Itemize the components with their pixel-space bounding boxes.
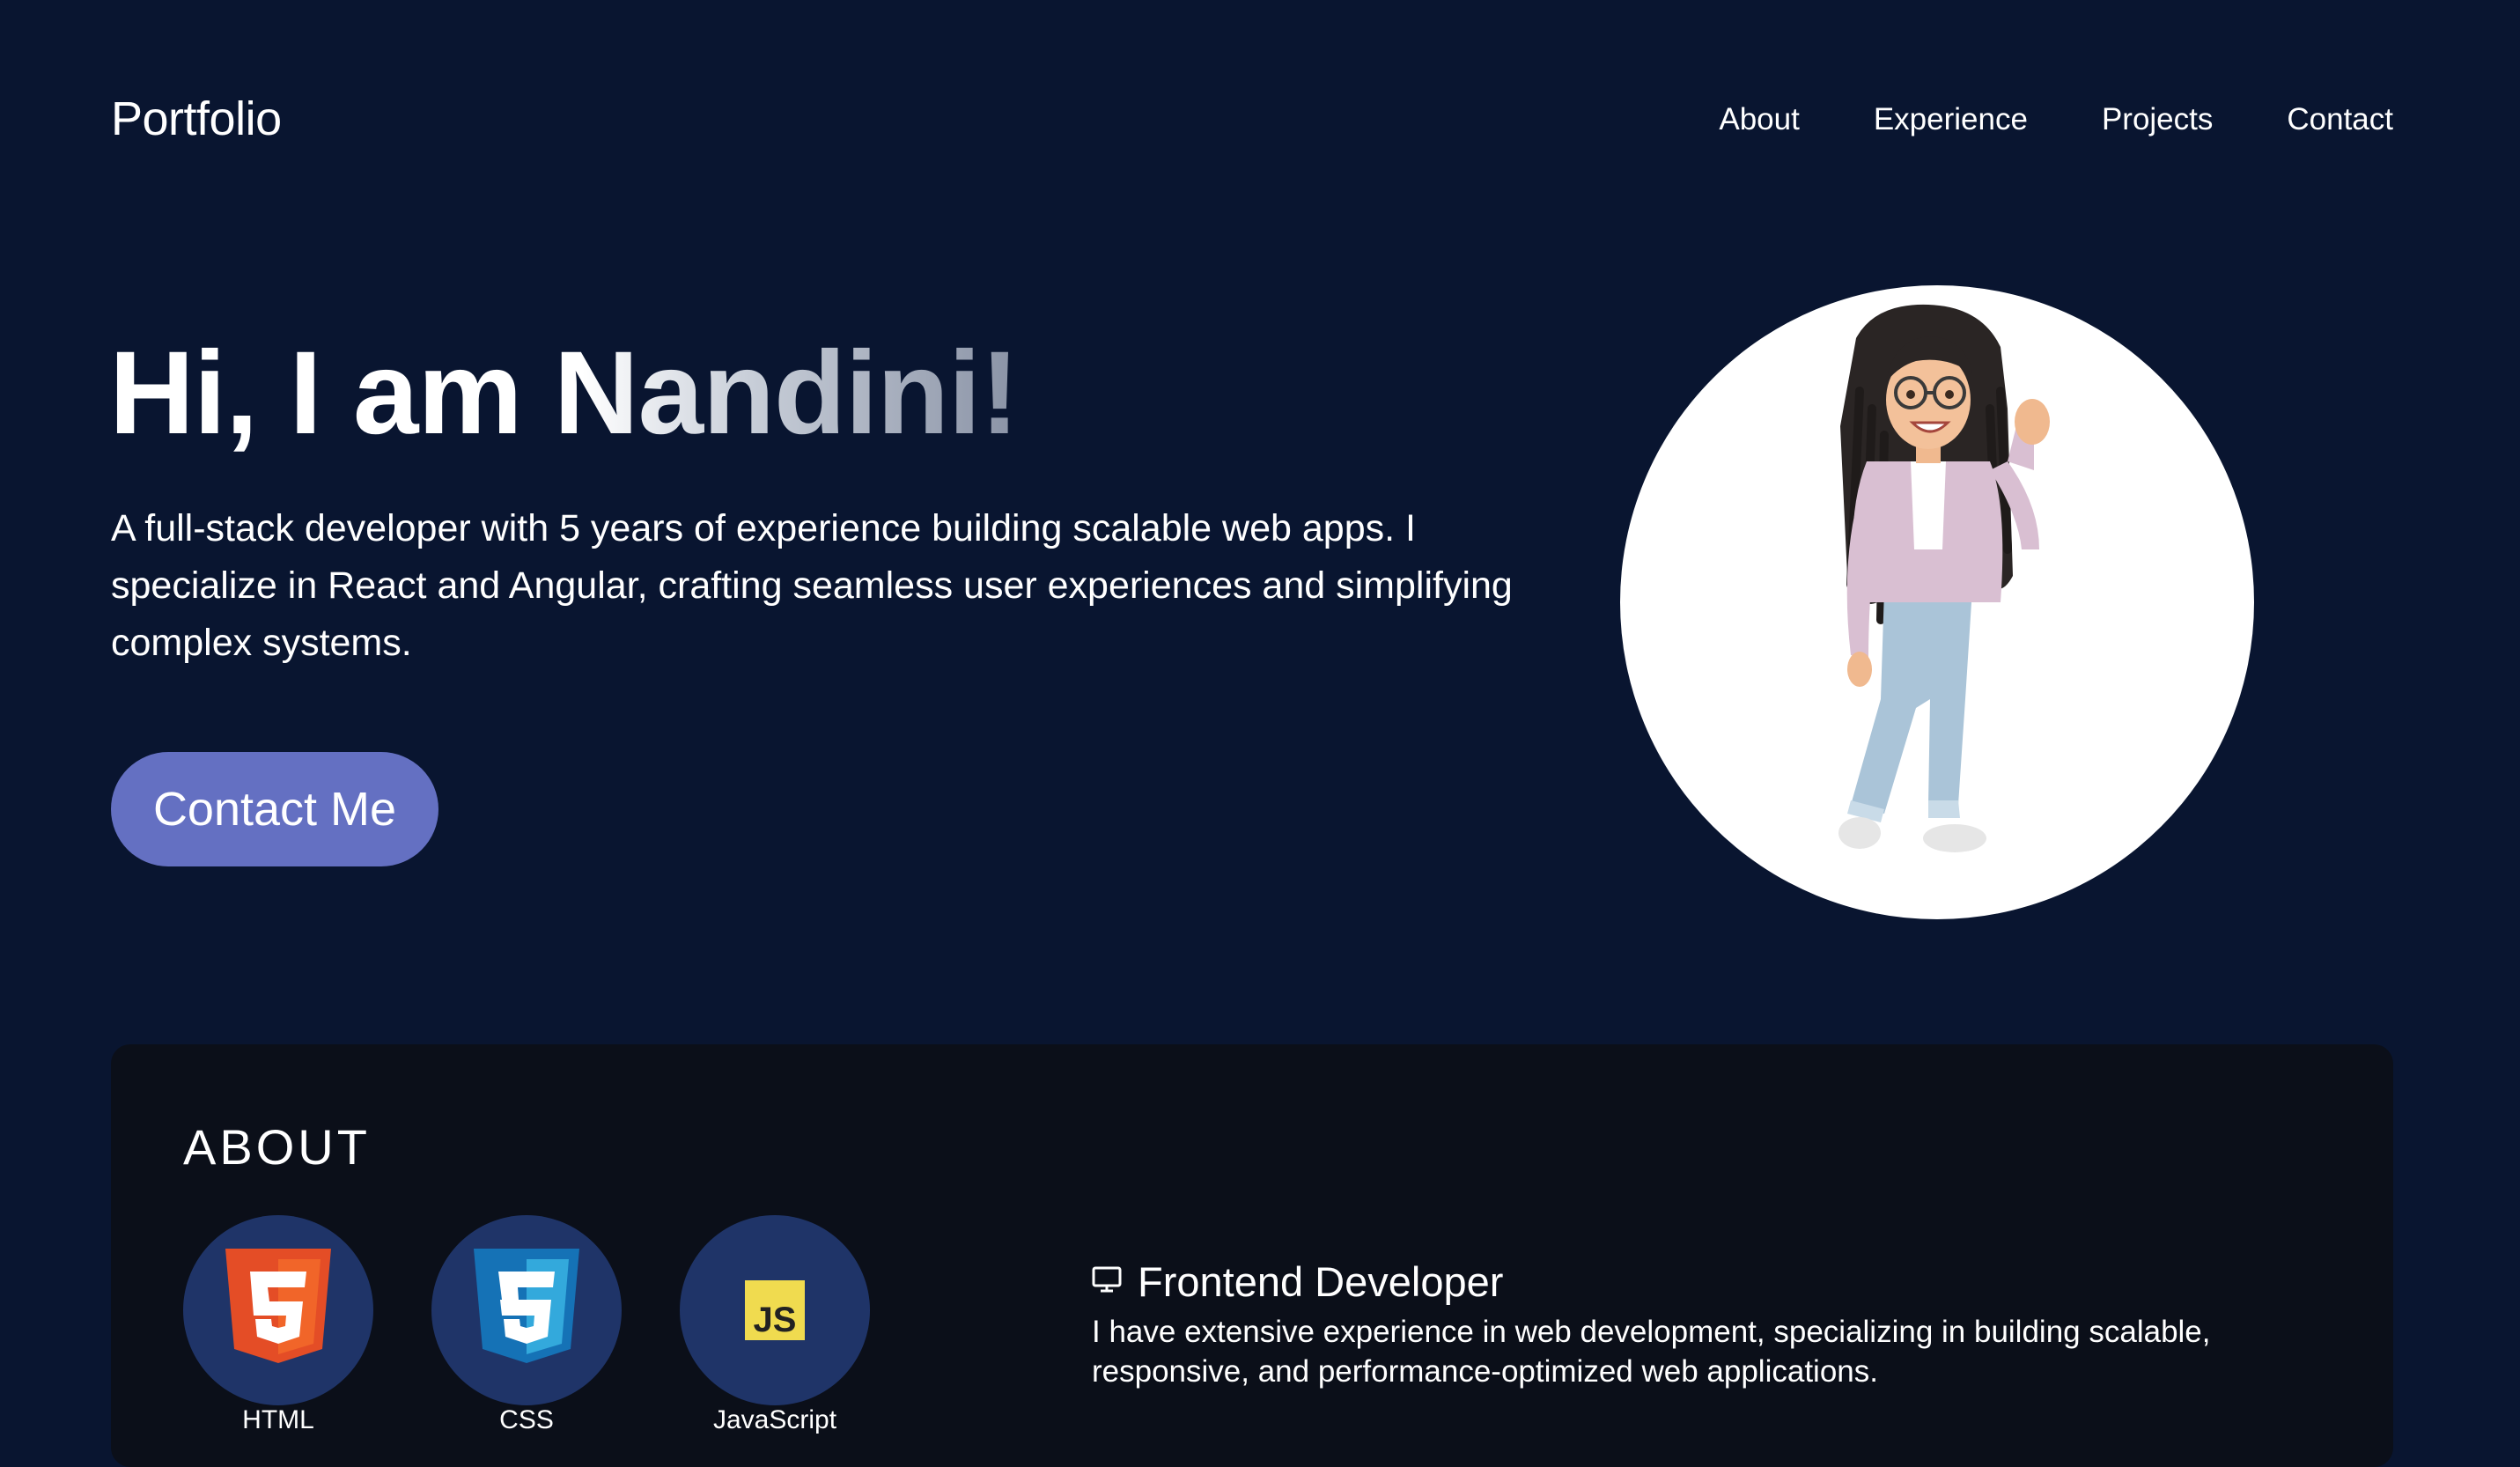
role-heading: Frontend Developer [1092,1257,1503,1306]
nav-links: About Experience Projects Contact [1719,102,2393,137]
nav-link-experience[interactable]: Experience [1874,102,2028,137]
skill-label-css: CSS [499,1405,554,1434]
html5-icon [225,1249,331,1363]
javascript-icon: JS [745,1280,805,1340]
skill-css [431,1215,622,1405]
monitor-icon [1092,1266,1122,1297]
memoji-avatar-icon [1838,304,2050,852]
nav-link-about[interactable]: About [1719,102,1799,137]
contact-me-button[interactable]: Contact Me [111,752,438,866]
about-section: ABOUT JS Frontend Developer I have exten… [111,1044,2393,1467]
css3-icon [474,1249,579,1363]
hero-title: Hi, I am Nandini! [109,328,1020,459]
avatar [1620,285,2254,919]
skill-label-javascript: JavaScript [712,1405,837,1434]
role-description: I have extensive experience in web devel… [1092,1315,2211,1389]
nav-link-projects[interactable]: Projects [2102,102,2213,137]
skill-label-html: HTML [242,1405,314,1434]
hero-description: A full-stack developer with 5 years of e… [111,507,1513,664]
skill-javascript: JS [680,1215,870,1405]
js-badge-text: JS [754,1301,797,1339]
navbar: Portfolio About Experience Projects Cont… [0,0,2520,247]
role-title: Frontend Developer [1138,1258,1504,1305]
skill-html [183,1215,373,1405]
brand-logo[interactable]: Portfolio [111,92,282,146]
about-title: ABOUT [183,1119,371,1175]
nav-link-contact[interactable]: Contact [2287,102,2393,137]
